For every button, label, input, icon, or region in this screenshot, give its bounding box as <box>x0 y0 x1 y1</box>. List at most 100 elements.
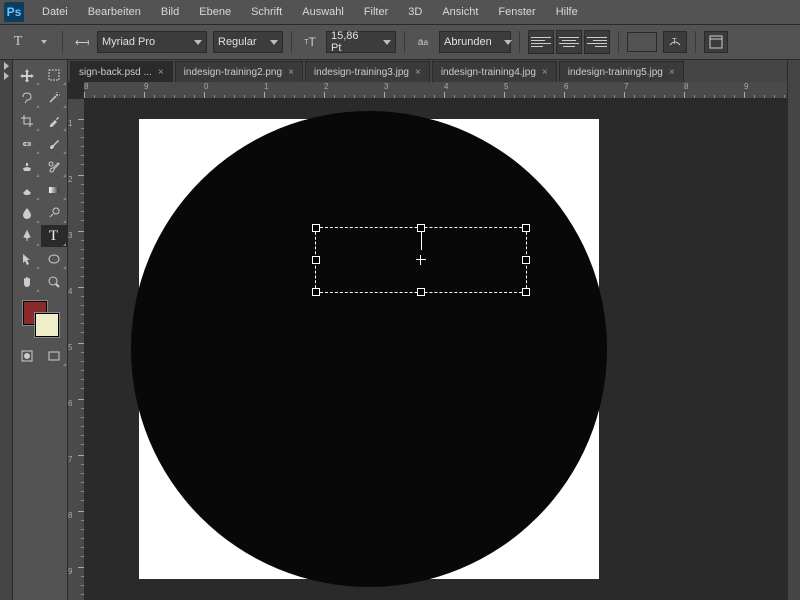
healing-brush-tool[interactable] <box>14 133 40 155</box>
align-center-button[interactable] <box>556 30 582 54</box>
hand-tool[interactable] <box>14 271 40 293</box>
character-panel-button[interactable] <box>704 31 728 53</box>
resize-handle[interactable] <box>312 224 320 232</box>
svg-text:⟷T: ⟷T <box>75 37 89 49</box>
menu-type[interactable]: Schrift <box>241 2 292 22</box>
resize-handle[interactable] <box>312 288 320 296</box>
clone-stamp-tool[interactable] <box>14 156 40 178</box>
font-family-dropdown[interactable]: Myriad Pro <box>97 31 207 53</box>
shape-tool[interactable] <box>41 248 67 270</box>
chevron-down-icon <box>270 40 278 45</box>
left-panel-strip[interactable] <box>0 60 13 600</box>
chevron-down-icon <box>383 40 391 45</box>
document-tab[interactable]: indesign-training4.jpg × <box>432 61 557 82</box>
center-point-icon <box>416 255 426 265</box>
color-swatches <box>13 301 67 341</box>
type-tool-preset-icon[interactable]: T <box>8 32 28 52</box>
menu-filter[interactable]: Filter <box>354 2 398 22</box>
brush-tool[interactable] <box>41 133 67 155</box>
menu-edit[interactable]: Bearbeiten <box>78 2 151 22</box>
marquee-tool[interactable] <box>41 64 67 86</box>
dodge-tool[interactable] <box>41 202 67 224</box>
expand-icon <box>4 72 9 80</box>
tab-label: indesign-training4.jpg <box>441 67 536 78</box>
align-right-button[interactable] <box>584 30 610 54</box>
font-style-dropdown[interactable]: Regular <box>213 31 283 53</box>
font-size-icon: TT <box>300 32 320 52</box>
resize-handle[interactable] <box>522 288 530 296</box>
menu-layer[interactable]: Ebene <box>189 2 241 22</box>
gradient-tool[interactable] <box>41 179 67 201</box>
lasso-tool[interactable] <box>14 87 40 109</box>
document-tab[interactable]: indesign-training2.png× <box>175 61 303 82</box>
app-logo: Ps <box>4 2 24 22</box>
menu-window[interactable]: Fenster <box>488 2 545 22</box>
text-orientation-icon[interactable]: ⟷T <box>71 32 91 52</box>
font-size-dropdown[interactable]: 15,86 Pt <box>326 31 396 53</box>
separator <box>618 31 619 53</box>
toolbox: T <box>13 60 68 600</box>
menu-view[interactable]: Ansicht <box>432 2 488 22</box>
close-icon[interactable]: × <box>669 67 675 78</box>
anti-alias-value: Abrunden <box>444 36 492 48</box>
font-size-value: 15,86 Pt <box>331 30 371 54</box>
close-icon[interactable]: × <box>542 67 548 78</box>
vertical-ruler[interactable]: 123456789 <box>68 99 85 600</box>
text-bounding-box[interactable] <box>315 227 527 293</box>
screen-mode-button[interactable] <box>41 345 67 367</box>
menu-file[interactable]: Datei <box>32 2 78 22</box>
menu-image[interactable]: Bild <box>151 2 189 22</box>
workspace: sign-back.psd ...× indesign-training2.pn… <box>68 60 787 600</box>
menu-select[interactable]: Auswahl <box>292 2 354 22</box>
close-icon[interactable]: × <box>288 67 294 78</box>
document-tab[interactable]: sign-back.psd ...× <box>70 61 173 82</box>
magic-wand-tool[interactable] <box>41 87 67 109</box>
background-color-swatch[interactable] <box>35 313 59 337</box>
document-tabs: sign-back.psd ...× indesign-training2.pn… <box>68 60 787 82</box>
path-selection-tool[interactable] <box>14 248 40 270</box>
tab-label: indesign-training5.jpg <box>568 67 663 78</box>
history-brush-tool[interactable] <box>41 156 67 178</box>
menu-bar: Ps Datei Bearbeiten Bild Ebene Schrift A… <box>0 0 800 25</box>
eraser-tool[interactable] <box>14 179 40 201</box>
pen-tool[interactable] <box>14 225 40 247</box>
resize-handle[interactable] <box>417 288 425 296</box>
document-tab[interactable]: indesign-training3.jpg× <box>305 61 430 82</box>
type-tool[interactable]: T <box>41 225 67 247</box>
circle-shape <box>131 111 607 587</box>
chevron-down-icon <box>194 40 202 45</box>
document-tab[interactable]: indesign-training5.jpg × <box>559 61 684 82</box>
text-align-group <box>528 30 610 54</box>
anti-alias-dropdown[interactable]: Abrunden <box>439 31 511 53</box>
chevron-down-icon <box>504 40 512 45</box>
separator <box>695 31 696 53</box>
resize-handle[interactable] <box>417 224 425 232</box>
font-family-value: Myriad Pro <box>102 36 155 48</box>
options-bar: T ⟷T Myriad Pro Regular TT 15,86 Pt aa A… <box>0 25 800 60</box>
canvas[interactable] <box>85 99 787 600</box>
warp-text-button[interactable]: T <box>663 31 687 53</box>
text-cursor <box>421 232 422 250</box>
resize-handle[interactable] <box>522 256 530 264</box>
align-left-button[interactable] <box>528 30 554 54</box>
chevron-down-icon[interactable] <box>34 32 54 52</box>
close-icon[interactable]: × <box>158 67 164 78</box>
zoom-tool[interactable] <box>41 271 67 293</box>
move-tool[interactable] <box>14 64 40 86</box>
resize-handle[interactable] <box>522 224 530 232</box>
resize-handle[interactable] <box>312 256 320 264</box>
menu-help[interactable]: Hilfe <box>546 2 588 22</box>
separator <box>62 31 63 53</box>
blur-tool[interactable] <box>14 202 40 224</box>
right-panel-strip[interactable] <box>787 60 800 600</box>
crop-tool[interactable] <box>14 110 40 132</box>
menu-3d[interactable]: 3D <box>398 2 432 22</box>
close-icon[interactable]: × <box>415 67 421 78</box>
separator <box>404 31 405 53</box>
svg-text:T: T <box>672 37 677 46</box>
text-color-swatch[interactable] <box>627 32 657 52</box>
horizontal-ruler[interactable]: 890123456789 <box>84 82 787 99</box>
anti-alias-icon: aa <box>413 32 433 52</box>
eyedropper-tool[interactable] <box>41 110 67 132</box>
quick-mask-button[interactable] <box>14 345 40 367</box>
